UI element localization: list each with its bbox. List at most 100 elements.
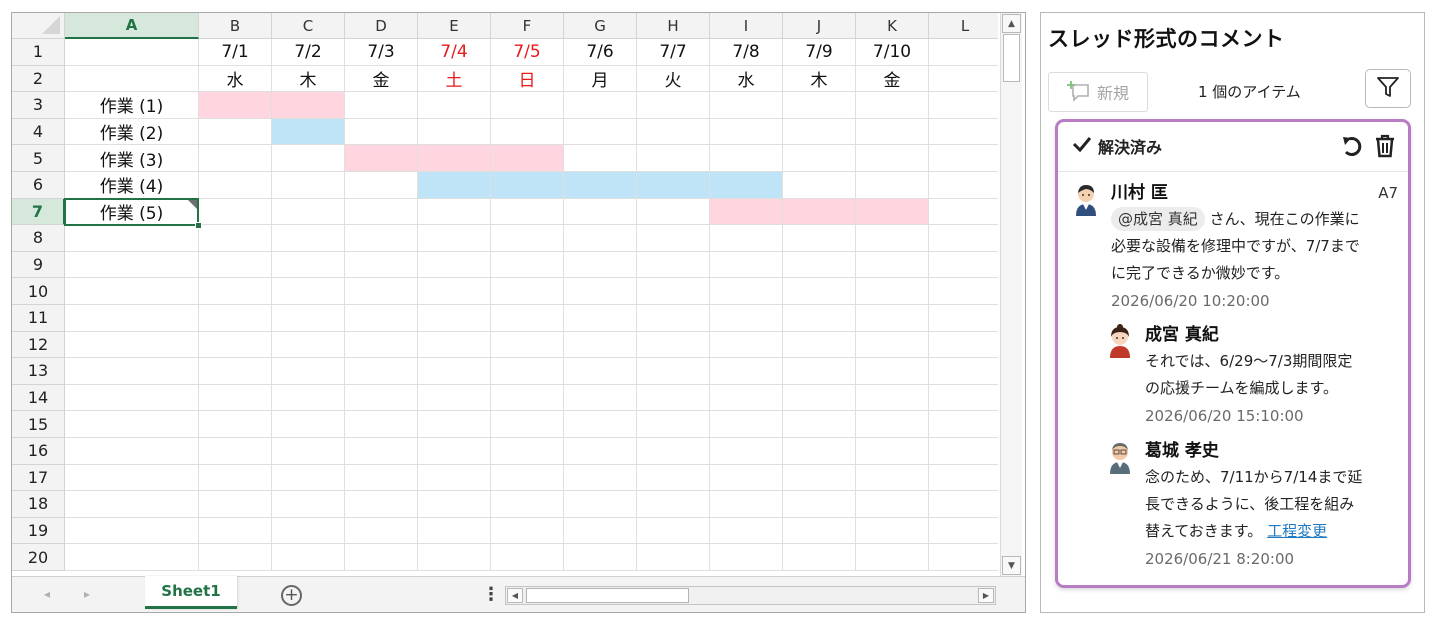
cell-b2[interactable]: 水 [199,65,272,93]
cell-e13[interactable] [418,358,491,385]
cell-b16[interactable] [199,438,272,465]
cell-b5[interactable] [199,145,272,172]
cell-g6[interactable] [564,172,637,199]
cell-e9[interactable] [418,251,491,279]
cell-h13[interactable] [637,358,710,385]
row-header-3[interactable]: 3 [12,92,65,119]
cell-g3[interactable] [564,92,637,119]
cell-e14[interactable] [418,384,491,412]
column-header-i[interactable]: I [710,13,783,39]
cell-a18[interactable] [65,491,199,518]
row-header-7[interactable]: 7 [12,198,65,226]
cell-d17[interactable] [345,464,418,492]
cell-c17[interactable] [272,464,345,492]
cell-k7[interactable] [856,198,929,226]
cell-j9[interactable] [783,251,856,279]
cell-j4[interactable] [783,118,856,146]
cell-e3[interactable] [418,92,491,119]
cell-g9[interactable] [564,251,637,279]
cell-d19[interactable] [345,517,418,545]
row-header-11[interactable]: 11 [12,305,65,332]
select-all-corner[interactable] [12,13,65,39]
cell-a1[interactable] [65,39,199,66]
cell-d13[interactable] [345,358,418,385]
cell-a9[interactable] [65,251,199,279]
cell-i18[interactable] [710,491,783,518]
cell-f20[interactable] [491,544,564,571]
cell-k1[interactable]: 7/10 [856,39,929,66]
more-options-icon[interactable]: ⋮ [482,584,500,605]
cell-b19[interactable] [199,517,272,545]
row-header-17[interactable]: 17 [12,464,65,492]
cell-k12[interactable] [856,331,929,359]
cell-i1[interactable]: 7/8 [710,39,783,66]
cell-l4[interactable] [929,119,998,146]
cell-i4[interactable] [710,118,783,146]
cell-f13[interactable] [491,358,564,385]
cell-l1[interactable] [929,39,998,66]
cell-l19[interactable] [929,518,998,545]
cell-c2[interactable]: 木 [272,65,345,93]
cell-k4[interactable] [856,118,929,146]
cell-c18[interactable] [272,491,345,518]
cell-c4[interactable] [272,118,345,146]
cell-l18[interactable] [929,491,998,518]
cell-l12[interactable] [929,332,998,359]
cell-c6[interactable] [272,172,345,199]
delete-icon[interactable] [1374,134,1396,162]
cell-i20[interactable] [710,544,783,571]
cell-g4[interactable] [564,118,637,146]
cell-c3[interactable] [272,92,345,119]
cell-g10[interactable] [564,278,637,305]
cell-b7[interactable] [199,198,272,226]
cell-e18[interactable] [418,491,491,518]
cell-j13[interactable] [783,358,856,385]
row-header-1[interactable]: 1 [12,39,65,66]
scroll-left-icon[interactable]: ◀ [507,588,523,603]
cell-g13[interactable] [564,358,637,385]
cell-a17[interactable] [65,464,199,492]
cell-a5[interactable]: 作業 (3) [65,145,199,172]
cell-h14[interactable] [637,384,710,412]
cell-h9[interactable] [637,251,710,279]
cell-d20[interactable] [345,544,418,571]
cell-c1[interactable]: 7/2 [272,39,345,66]
cell-i3[interactable] [710,92,783,119]
horizontal-scrollbar[interactable]: ◀ ▶ [505,586,996,605]
cell-j3[interactable] [783,92,856,119]
cell-h5[interactable] [637,145,710,172]
cell-b13[interactable] [199,358,272,385]
cell-f1[interactable]: 7/5 [491,39,564,66]
cell-j17[interactable] [783,464,856,492]
row-header-4[interactable]: 4 [12,118,65,146]
mention-chip[interactable]: @成宮 真紀 [1111,207,1205,231]
cell-i15[interactable] [710,411,783,438]
cell-g20[interactable] [564,544,637,571]
cell-b8[interactable] [199,225,272,252]
cell-g8[interactable] [564,225,637,252]
cell-j20[interactable] [783,544,856,571]
cell-b15[interactable] [199,411,272,438]
row-header-20[interactable]: 20 [12,544,65,571]
cell-f2[interactable]: 日 [491,65,564,93]
cell-g5[interactable] [564,145,637,172]
cell-i6[interactable] [710,172,783,199]
cell-i13[interactable] [710,358,783,385]
cell-j5[interactable] [783,145,856,172]
cell-g1[interactable]: 7/6 [564,39,637,66]
cell-f6[interactable] [491,172,564,199]
cell-l17[interactable] [929,465,998,492]
row-header-12[interactable]: 12 [12,331,65,359]
cell-a2[interactable] [65,65,199,93]
prev-sheet-icon[interactable]: ◂ [44,587,50,601]
cell-g15[interactable] [564,411,637,438]
cell-i2[interactable]: 水 [710,65,783,93]
cell-l13[interactable] [929,358,998,385]
comment-thread-card[interactable]: 解決済み A7 川村 匡 @成宮 真紀 さん、現在この作業に 必要な設備を修理中… [1055,119,1411,588]
row-header-2[interactable]: 2 [12,65,65,93]
column-header-e[interactable]: E [418,13,491,39]
cell-f11[interactable] [491,305,564,332]
cell-d7[interactable] [345,198,418,226]
cell-i9[interactable] [710,251,783,279]
cell-h19[interactable] [637,517,710,545]
